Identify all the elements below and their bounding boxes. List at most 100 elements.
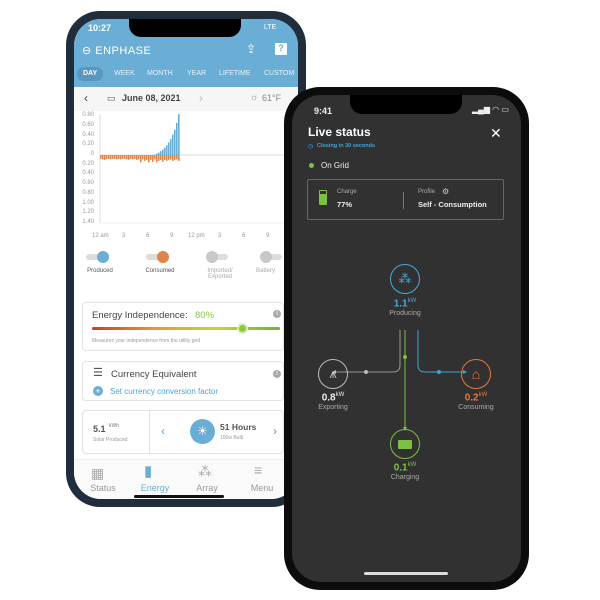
toggle-knob (97, 251, 109, 263)
consumed-bar (104, 155, 106, 160)
consumed-bar (118, 155, 120, 159)
y-tick-label: 0.40 (82, 131, 94, 138)
tab-week[interactable]: WEEK (114, 67, 135, 81)
consumed-bar (130, 155, 132, 159)
status-time: 10:27 (88, 23, 112, 33)
charging-value: 0.1kW (375, 462, 435, 473)
consuming-number: 0.2 (464, 392, 479, 404)
equiv-caption: 100w Bulb (220, 435, 244, 441)
date-bar: ‹ ▭ June 08, 2021 › ☼ 61°F (74, 87, 298, 111)
consumed-bar (154, 155, 156, 160)
energy-chart (99, 114, 298, 224)
consumed-bar (176, 155, 178, 160)
consumed-bar (172, 155, 174, 161)
consume-flow-line (417, 330, 464, 373)
x-tick-label: 12 am (92, 233, 109, 239)
energy-nav-icon: ▮ (144, 463, 153, 480)
y-tick-label: 1.20 (82, 209, 94, 216)
produced-bar (156, 153, 158, 155)
consumed-bar (100, 155, 102, 159)
produced-bar (168, 142, 170, 155)
help-icon[interactable]: ? (275, 43, 287, 55)
info-icon[interactable]: i (273, 370, 281, 378)
bottom-nav (74, 459, 298, 499)
toggle-knob (157, 251, 169, 263)
consumed-bar (174, 155, 176, 160)
consumed-bar (150, 155, 152, 160)
share-icon[interactable]: ⇪ (246, 42, 256, 56)
nav-status[interactable]: Status (78, 483, 128, 493)
sun-icon: ☼ (250, 92, 259, 102)
plus-icon[interactable]: + (93, 386, 103, 396)
menu-nav-icon: ≡ (254, 462, 263, 478)
charging-number: 0.1 (393, 462, 408, 474)
consumed-bar (158, 155, 160, 161)
consuming-unit: kW (478, 392, 488, 398)
produced-bar (178, 114, 180, 155)
charging-unit: kW (407, 462, 417, 468)
y-tick-label: 0.20 (82, 141, 94, 148)
date-label[interactable]: June 08, 2021 (122, 93, 181, 103)
consumed-bar (114, 155, 116, 159)
tab-lifetime[interactable]: LIFETIME (219, 67, 251, 81)
solar-unit: kWh (109, 423, 119, 429)
x-tick-label: 12 pm (188, 233, 205, 239)
charging-label: Charging (390, 474, 420, 481)
tab-year[interactable]: YEAR (187, 67, 206, 81)
consumed-bar (124, 155, 126, 159)
consumed-bar (136, 155, 138, 160)
toggle-produced[interactable] (86, 251, 109, 263)
coins-icon: ☰ (93, 367, 103, 379)
x-tick-label: 9 (170, 233, 174, 239)
grid-tower-icon[interactable]: ⩚ (318, 359, 348, 389)
flow-lines (332, 330, 467, 431)
consumed-bar (108, 155, 110, 159)
notch (129, 19, 241, 37)
y-tick-label: 0 (90, 151, 94, 157)
tab-day[interactable]: DAY (77, 67, 104, 81)
solar-array-icon[interactable]: ⁂ (390, 264, 420, 294)
x-tick-label: 9 (266, 233, 270, 239)
consumed-bar (146, 155, 148, 160)
consumed-bar (168, 155, 170, 160)
consumed-bar (170, 155, 172, 160)
consumed-bar (116, 155, 118, 160)
battery-storage-icon[interactable] (390, 429, 420, 459)
home-indicator (134, 495, 224, 498)
home-icon[interactable]: ⌂ (461, 359, 491, 389)
x-tick-label: 3 (122, 233, 126, 239)
produced-bar (176, 122, 178, 155)
y-tick-label: 0.40 (82, 170, 94, 177)
tab-custom[interactable]: CUSTOM (264, 67, 294, 81)
weather-temp: 61°F (262, 93, 282, 103)
producing-number: 1.1 (393, 298, 408, 310)
nav-array[interactable]: Array (182, 483, 232, 493)
consume-flow-dot (437, 370, 441, 374)
y-tick-label: 1.40 (82, 219, 94, 226)
live-status-screen: 9:41 ▂▄▆ ◠ ▭ Live status ✕ ◷ Closing in … (292, 95, 521, 582)
x-tick-label: 6 (242, 233, 246, 239)
consumed-bar (112, 155, 114, 159)
toggle-consumed[interactable] (146, 251, 169, 263)
consumed-bar (134, 155, 136, 159)
energy-screen: 10:27 LTE ⊖ ENPHASE ⇪ ? DAY WEEK MONTH Y… (74, 19, 298, 499)
nav-menu[interactable]: Menu (237, 483, 287, 493)
nav-energy[interactable]: Energy (130, 483, 180, 493)
toggle-battery[interactable] (260, 251, 282, 263)
next-equiv-button[interactable]: › (273, 424, 277, 438)
consumed-bar (142, 155, 144, 160)
toggle-imported-exported[interactable] (206, 251, 228, 263)
consuming-value: 0.2kW (446, 392, 506, 403)
info-icon[interactable]: i (273, 310, 281, 318)
exporting-label: Exporting (318, 404, 348, 411)
consumed-bar (140, 155, 142, 163)
set-currency-link[interactable]: Set currency conversion factor (110, 387, 218, 396)
currency-title: Currency Equivalent (111, 369, 197, 380)
next-day-button[interactable]: › (199, 91, 203, 105)
export-flow-dot (364, 370, 368, 374)
produced-bar (158, 152, 160, 155)
prev-day-button[interactable]: ‹ (84, 91, 88, 105)
tab-month[interactable]: MONTH (147, 67, 173, 81)
consumed-bar (144, 155, 146, 161)
prev-equiv-button[interactable]: ‹ (161, 424, 165, 438)
